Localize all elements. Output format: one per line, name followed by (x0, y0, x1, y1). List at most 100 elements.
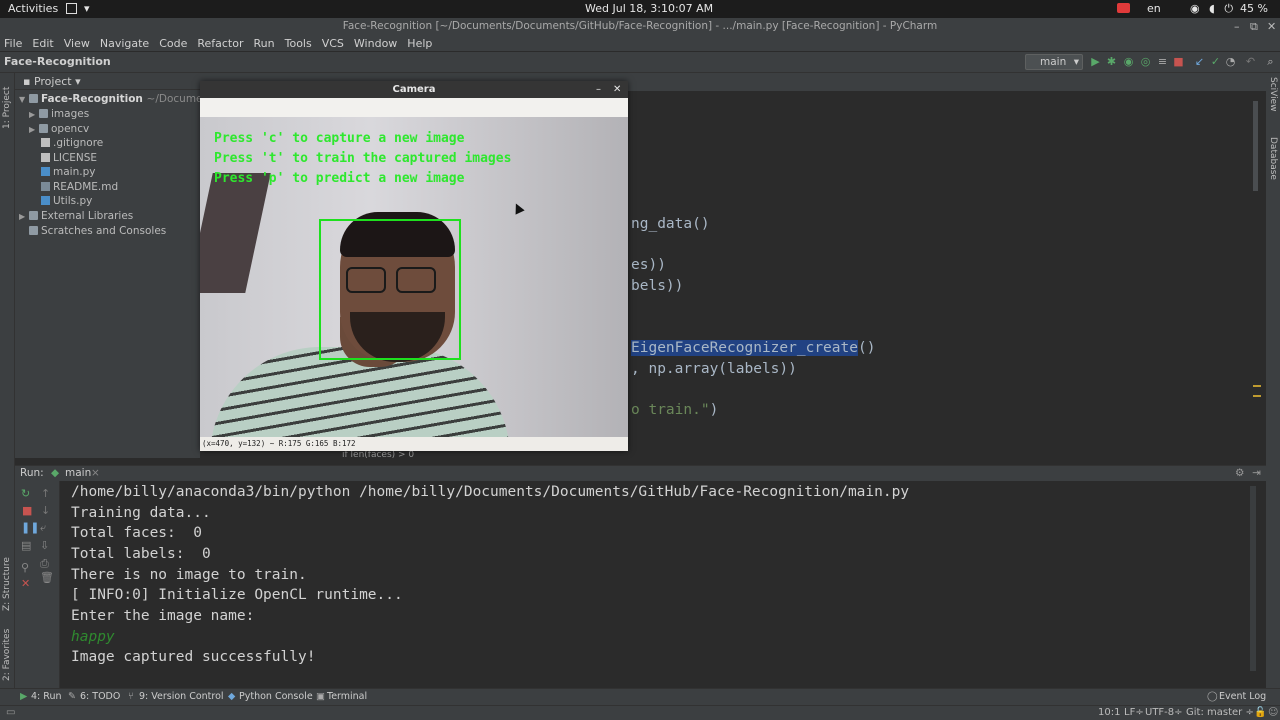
code-line[interactable]: es)) (631, 257, 666, 273)
menu-run[interactable]: Run (249, 35, 280, 52)
menu-tools[interactable]: Tools (280, 35, 317, 52)
screen-record-icon[interactable] (1117, 3, 1130, 13)
debug-icon[interactable]: ✱ (1105, 55, 1118, 68)
editor-scrollbar[interactable] (1253, 101, 1258, 191)
error-stripe-marker[interactable] (1253, 385, 1261, 387)
code-line[interactable]: bels)) (631, 278, 683, 294)
tree-item-readme[interactable]: README.md (41, 180, 118, 194)
inspector-icon[interactable]: ☺ (1268, 707, 1278, 718)
soft-wrap-icon[interactable]: ⤶ (40, 521, 46, 535)
menu-navigate[interactable]: Navigate (95, 35, 154, 52)
tool-tab-version-control[interactable]: 9: Version Control (139, 691, 224, 702)
stop-icon[interactable]: ■ (1172, 55, 1185, 68)
vcs-history-icon[interactable]: ◔ (1224, 55, 1237, 68)
tool-tab-event-log[interactable]: Event Log (1219, 691, 1266, 702)
code-line[interactable]: , np.array(labels)) (631, 361, 797, 377)
tree-item-gitignore[interactable]: .gitignore (41, 136, 103, 150)
breadcrumb[interactable]: Face-Recognition (4, 55, 111, 68)
print-icon[interactable]: ⎙ (40, 557, 49, 571)
menu-view[interactable]: View (59, 35, 95, 52)
console-scrollbar[interactable] (1250, 486, 1256, 671)
project-view-select[interactable]: Project (34, 75, 72, 88)
pause-icon[interactable]: ❚❚ (21, 521, 39, 534)
tool-tab-todo[interactable]: 6: TODO (80, 691, 120, 702)
tool-tab-structure[interactable]: Z: Structure (2, 551, 12, 611)
editor-breadcrumb[interactable]: if len(faces) > 0 (342, 450, 414, 460)
collapse-arrow-icon[interactable]: ▶ (19, 210, 29, 224)
scroll-to-end-icon[interactable]: ⇩ (40, 539, 49, 552)
menu-file[interactable]: File (0, 35, 27, 52)
tool-windows-toggle-icon[interactable]: ▭ (6, 707, 15, 718)
trash-icon[interactable]: 🗑 (40, 571, 54, 584)
revert-icon[interactable]: ↶ (1244, 55, 1257, 68)
rerun-icon[interactable]: ↻ (21, 487, 30, 500)
tree-item-utils-py[interactable]: Utils.py (41, 194, 92, 208)
tree-item-external-libraries[interactable]: ▶ External Libraries (19, 209, 133, 223)
tool-tab-project[interactable]: 1: Project (2, 79, 12, 129)
collapse-arrow-icon[interactable]: ▶ (29, 108, 39, 122)
tree-item-images[interactable]: ▶ images (29, 107, 89, 121)
caret-position[interactable]: 10:1 (1098, 707, 1120, 718)
menu-edit[interactable]: Edit (27, 35, 58, 52)
minimize-icon[interactable]: – (596, 81, 601, 98)
line-separator[interactable]: LF÷ (1124, 707, 1144, 718)
camera-title-bar[interactable]: Camera – ✕ (200, 81, 628, 98)
tool-tab-python-console[interactable]: Python Console (239, 691, 313, 702)
search-icon[interactable]: ⌕ (1264, 55, 1277, 68)
maximize-icon[interactable]: ⧉ (1250, 18, 1258, 35)
camera-window[interactable]: Camera – ✕ Press 'c' to capture a new im… (200, 81, 628, 451)
stop-icon[interactable]: ■ (22, 504, 32, 517)
app-menu-icon[interactable] (66, 3, 77, 14)
error-stripe-marker[interactable] (1253, 395, 1261, 397)
tool-tab-run[interactable]: 4: Run (31, 691, 61, 702)
close-icon[interactable]: ✕ (1267, 18, 1276, 35)
code-line[interactable]: o train.") (631, 402, 718, 418)
tree-item-main-py[interactable]: main.py (41, 165, 95, 179)
tool-tab-sciview[interactable]: SciView (1268, 77, 1278, 129)
vcs-update-icon[interactable]: ↙ (1193, 55, 1206, 68)
concurrency-icon[interactable]: ≡ (1156, 55, 1169, 68)
project-panel-header[interactable]: ▪ Project ▾ (15, 73, 200, 90)
gear-icon[interactable]: ⚙ (1235, 467, 1244, 479)
chevron-down-icon[interactable]: ▾ (84, 2, 90, 15)
close-tab-icon[interactable]: × (91, 467, 100, 479)
minimize-icon[interactable]: – (1234, 18, 1240, 35)
menu-help[interactable]: Help (402, 35, 437, 52)
up-arrow-icon[interactable]: ↑ (41, 487, 50, 500)
run-configuration-select[interactable]: main ▾ (1025, 54, 1083, 70)
tool-tab-favorites[interactable]: 2: Favorites (2, 621, 12, 681)
file-encoding[interactable]: UTF-8÷ (1145, 707, 1183, 718)
code-line[interactable]: ng_data() (631, 216, 710, 232)
camera-feed[interactable]: Press 'c' to capture a new image Press '… (200, 117, 628, 437)
run-tab-main[interactable]: main (65, 467, 91, 479)
tool-tab-database[interactable]: Database (1268, 137, 1278, 189)
battery-indicator[interactable]: 45 % (1240, 2, 1268, 15)
run-console[interactable]: /home/billy/anaconda3/bin/python /home/b… (60, 481, 1266, 688)
menu-refactor[interactable]: Refactor (192, 35, 248, 52)
close-icon[interactable]: ✕ (21, 577, 30, 590)
profile-icon[interactable]: ◎ (1139, 55, 1152, 68)
tree-item-license[interactable]: LICENSE (41, 151, 97, 165)
down-arrow-icon[interactable]: ↓ (41, 504, 50, 517)
restore-layout-icon[interactable]: ▤ (21, 539, 31, 552)
system-tray-icons[interactable]: ◉ ◖ ⏻ (1190, 2, 1236, 16)
lock-icon[interactable]: 🔓 (1254, 707, 1266, 718)
menu-vcs[interactable]: VCS (317, 35, 349, 52)
tree-root[interactable]: ▼ Face-Recognition ~/Documents/D (19, 92, 230, 106)
vcs-commit-icon[interactable]: ✓ (1209, 55, 1222, 68)
expand-arrow-icon[interactable]: ▼ (19, 93, 29, 107)
tree-item-scratches[interactable]: Scratches and Consoles (29, 224, 166, 238)
language-indicator[interactable]: en (1147, 2, 1161, 15)
tree-item-opencv[interactable]: ▶ opencv (29, 122, 89, 136)
collapse-arrow-icon[interactable]: ▶ (29, 123, 39, 137)
activities-button[interactable]: Activities (8, 2, 58, 15)
tool-tab-terminal[interactable]: Terminal (327, 691, 367, 702)
git-branch[interactable]: Git: master ÷ (1186, 707, 1254, 718)
run-icon[interactable]: ▶ (1089, 55, 1102, 68)
menu-code[interactable]: Code (154, 35, 192, 52)
code-line-selected[interactable]: EigenFaceRecognizer_create() (631, 340, 875, 356)
hide-panel-icon[interactable]: ⇥ (1252, 467, 1261, 479)
coverage-icon[interactable]: ◉ (1122, 55, 1135, 68)
pin-icon[interactable]: ⚲ (21, 561, 29, 574)
clock[interactable]: Wed Jul 18, 3:10:07 AM (585, 2, 713, 15)
